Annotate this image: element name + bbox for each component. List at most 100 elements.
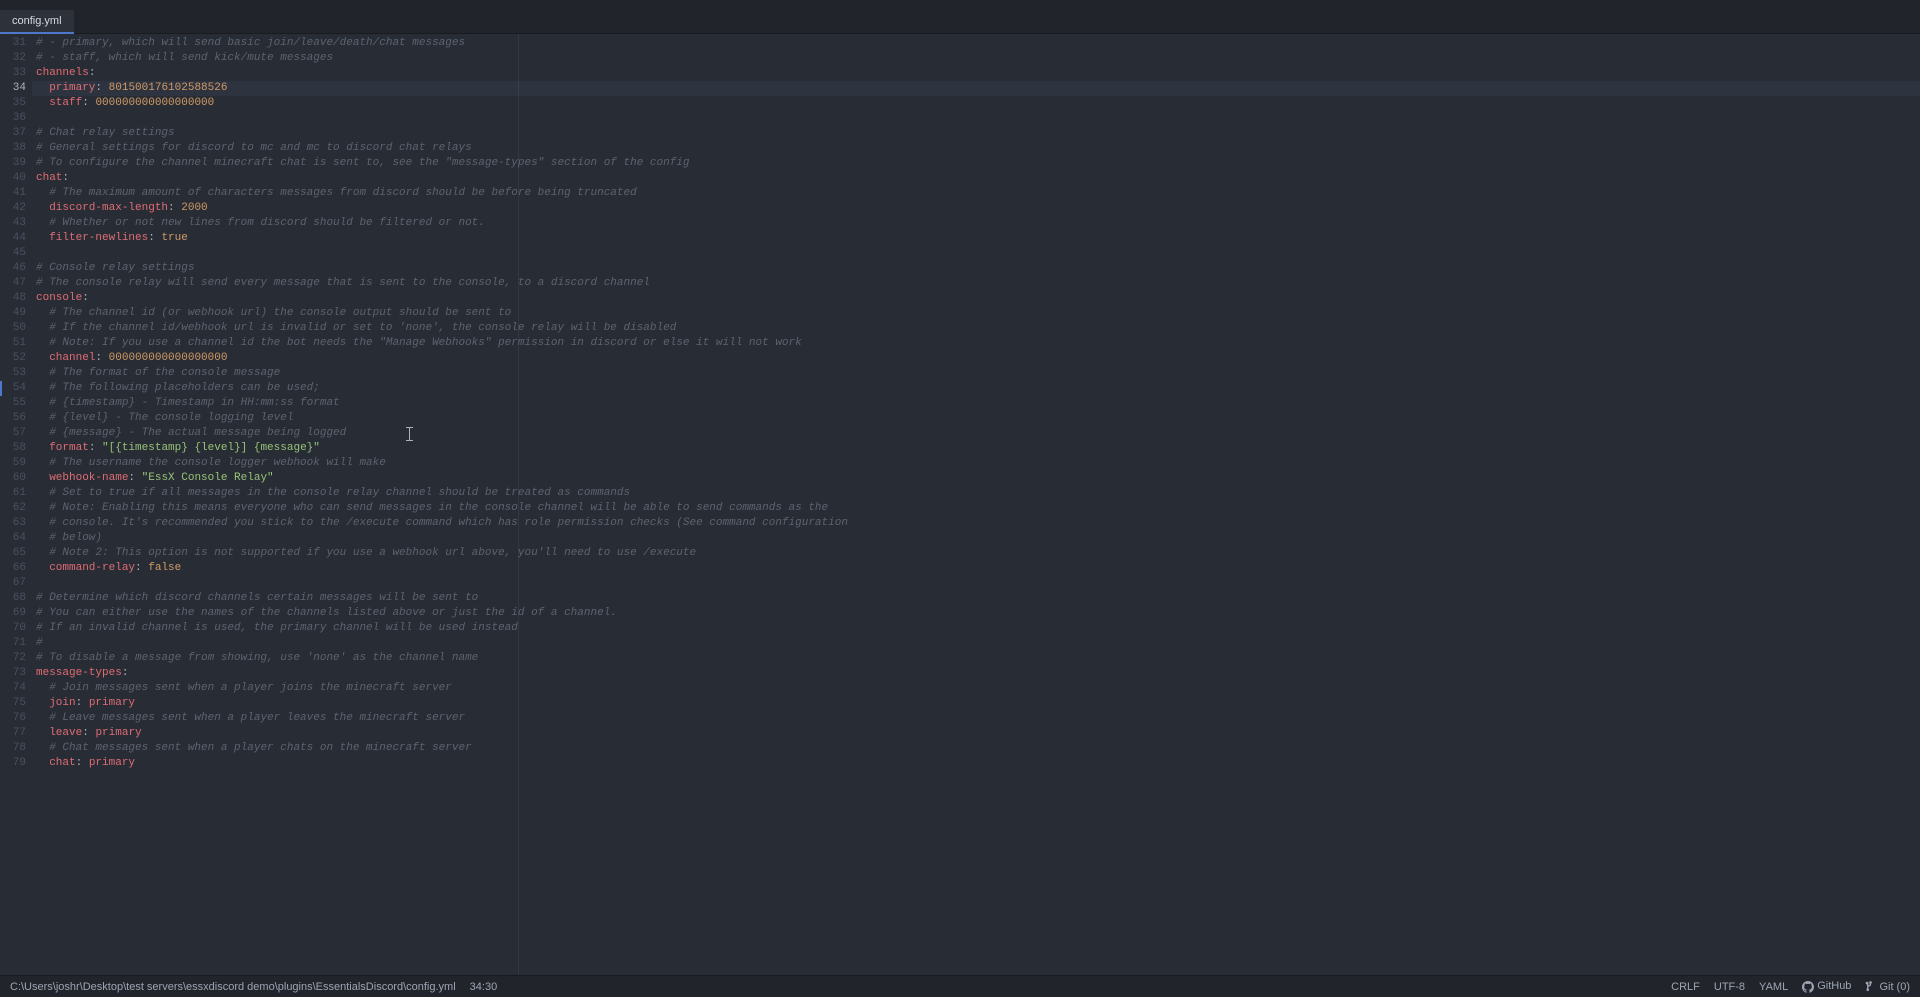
code-line[interactable]: message-types: xyxy=(32,666,1920,681)
status-cursor-pos[interactable]: 34:30 xyxy=(470,981,498,993)
code-line[interactable]: chat: primary xyxy=(32,756,1920,771)
line-number: 46 xyxy=(0,261,26,276)
status-eol[interactable]: CRLF xyxy=(1671,981,1700,993)
line-number: 54 xyxy=(0,381,26,396)
line-number: 32 xyxy=(0,51,26,66)
line-number: 39 xyxy=(0,156,26,171)
code-line[interactable]: # General settings for discord to mc and… xyxy=(32,141,1920,156)
code-line[interactable]: # below) xyxy=(32,531,1920,546)
code-line[interactable]: # The following placeholders can be used… xyxy=(32,381,1920,396)
code-line[interactable]: # The maximum amount of characters messa… xyxy=(32,186,1920,201)
line-number: 45 xyxy=(0,246,26,261)
code-line[interactable]: # {level} - The console logging level xyxy=(32,411,1920,426)
tab-filename: config.yml xyxy=(12,15,62,27)
line-number: 78 xyxy=(0,741,26,756)
code-line[interactable]: # Chat relay settings xyxy=(32,126,1920,141)
github-icon xyxy=(1802,981,1814,993)
code-line[interactable]: # The format of the console message xyxy=(32,366,1920,381)
line-number: 51 xyxy=(0,336,26,351)
line-number: 47 xyxy=(0,276,26,291)
code-line[interactable]: # If the channel id/webhook url is inval… xyxy=(32,321,1920,336)
status-git[interactable]: Git (0) xyxy=(1865,981,1910,993)
line-number: 38 xyxy=(0,141,26,156)
line-number: 33 xyxy=(0,66,26,81)
line-number: 44 xyxy=(0,231,26,246)
code-line[interactable]: # To disable a message from showing, use… xyxy=(32,651,1920,666)
line-number: 79 xyxy=(0,756,26,771)
code-line[interactable]: format: "[{timestamp} {level}] {message}… xyxy=(32,441,1920,456)
code-line[interactable]: # Set to true if all messages in the con… xyxy=(32,486,1920,501)
code-line[interactable]: # console. It's recommended you stick to… xyxy=(32,516,1920,531)
code-line[interactable]: channel: 000000000000000000 xyxy=(32,351,1920,366)
code-line[interactable]: # You can either use the names of the ch… xyxy=(32,606,1920,621)
line-number: 56 xyxy=(0,411,26,426)
line-number: 31 xyxy=(0,36,26,51)
line-number: 68 xyxy=(0,591,26,606)
line-number: 62 xyxy=(0,501,26,516)
code-line[interactable]: primary: 801500176102588526 xyxy=(32,81,1920,96)
code-line[interactable]: # Note 2: This option is not supported i… xyxy=(32,546,1920,561)
status-filepath[interactable]: C:\Users\joshr\Desktop\test servers\essx… xyxy=(10,981,456,993)
code-line[interactable]: console: xyxy=(32,291,1920,306)
code-line[interactable]: # The channel id (or webhook url) the co… xyxy=(32,306,1920,321)
line-number: 67 xyxy=(0,576,26,591)
line-number: 63 xyxy=(0,516,26,531)
line-number: 35 xyxy=(0,96,26,111)
line-number: 74 xyxy=(0,681,26,696)
gutter: 3132333435363738394041424344454647484950… xyxy=(0,34,32,975)
line-number: 75 xyxy=(0,696,26,711)
code-line[interactable]: staff: 000000000000000000 xyxy=(32,96,1920,111)
line-number: 69 xyxy=(0,606,26,621)
tab-config-yml[interactable]: config.yml xyxy=(0,10,74,34)
code-line[interactable]: filter-newlines: true xyxy=(32,231,1920,246)
code-line[interactable]: # Chat messages sent when a player chats… xyxy=(32,741,1920,756)
line-number: 36 xyxy=(0,111,26,126)
status-language[interactable]: YAML xyxy=(1759,981,1788,993)
line-number: 64 xyxy=(0,531,26,546)
line-number: 48 xyxy=(0,291,26,306)
code-line[interactable]: # Determine which discord channels certa… xyxy=(32,591,1920,606)
line-number: 70 xyxy=(0,621,26,636)
code-line[interactable]: # - primary, which will send basic join/… xyxy=(32,36,1920,51)
line-number: 61 xyxy=(0,486,26,501)
code-line[interactable]: # Note: If you use a channel id the bot … xyxy=(32,336,1920,351)
code-line[interactable]: # If an invalid channel is used, the pri… xyxy=(32,621,1920,636)
code-line[interactable]: # Whether or not new lines from discord … xyxy=(32,216,1920,231)
line-number: 76 xyxy=(0,711,26,726)
code-line[interactable]: join: primary xyxy=(32,696,1920,711)
code-line[interactable]: leave: primary xyxy=(32,726,1920,741)
status-encoding[interactable]: UTF-8 xyxy=(1714,981,1745,993)
code-line[interactable]: webhook-name: "EssX Console Relay" xyxy=(32,471,1920,486)
status-bar: C:\Users\joshr\Desktop\test servers\essx… xyxy=(0,975,1920,997)
line-number: 66 xyxy=(0,561,26,576)
code-line[interactable]: # Join messages sent when a player joins… xyxy=(32,681,1920,696)
code-line[interactable]: # Note: Enabling this means everyone who… xyxy=(32,501,1920,516)
diff-marker xyxy=(0,381,2,396)
line-number: 65 xyxy=(0,546,26,561)
code-line[interactable]: # - staff, which will send kick/mute mes… xyxy=(32,51,1920,66)
editor[interactable]: 3132333435363738394041424344454647484950… xyxy=(0,34,1920,975)
code-line[interactable]: discord-max-length: 2000 xyxy=(32,201,1920,216)
code-line[interactable]: command-relay: false xyxy=(32,561,1920,576)
code-line[interactable] xyxy=(32,576,1920,591)
code-line[interactable]: # {message} - The actual message being l… xyxy=(32,426,1920,441)
code-line[interactable]: # Leave messages sent when a player leav… xyxy=(32,711,1920,726)
line-number: 52 xyxy=(0,351,26,366)
code-line[interactable]: chat: xyxy=(32,171,1920,186)
line-number: 55 xyxy=(0,396,26,411)
code-line[interactable] xyxy=(32,246,1920,261)
line-number: 58 xyxy=(0,441,26,456)
code-line[interactable]: # The console relay will send every mess… xyxy=(32,276,1920,291)
status-github[interactable]: GitHub xyxy=(1802,980,1851,992)
code-line[interactable]: # Console relay settings xyxy=(32,261,1920,276)
code-area[interactable]: # - primary, which will send basic join/… xyxy=(32,34,1920,975)
code-line[interactable] xyxy=(32,111,1920,126)
code-line[interactable]: # {timestamp} - Timestamp in HH:mm:ss fo… xyxy=(32,396,1920,411)
line-number: 72 xyxy=(0,651,26,666)
line-number: 34 xyxy=(0,81,26,96)
line-number: 53 xyxy=(0,366,26,381)
code-line[interactable]: # xyxy=(32,636,1920,651)
code-line[interactable]: channels: xyxy=(32,66,1920,81)
code-line[interactable]: # The username the console logger webhoo… xyxy=(32,456,1920,471)
code-line[interactable]: # To configure the channel minecraft cha… xyxy=(32,156,1920,171)
